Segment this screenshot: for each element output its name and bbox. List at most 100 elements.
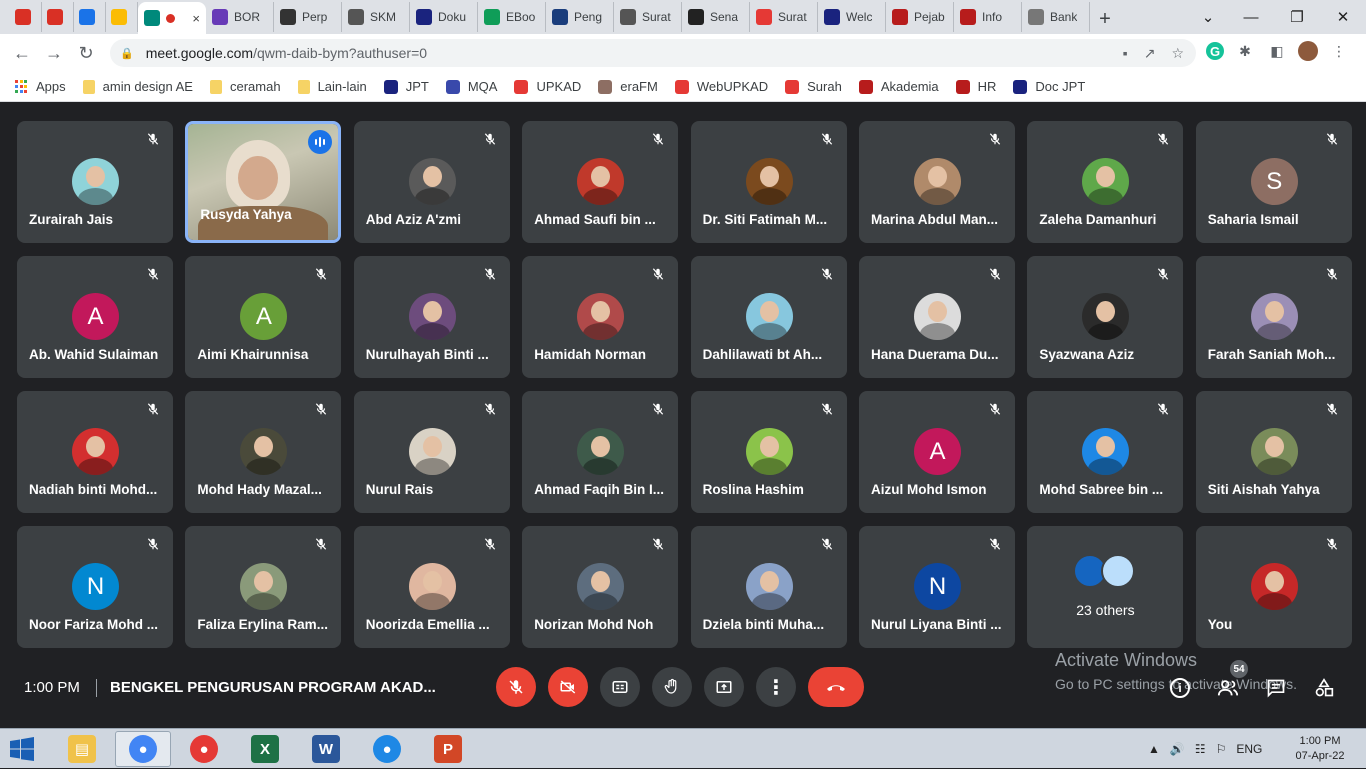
- bookmark-item[interactable]: MQA: [445, 79, 497, 94]
- participant-tile[interactable]: Noorizda Emellia ...: [353, 526, 510, 648]
- participant-tile[interactable]: Nurulhayah Binti ...: [353, 256, 510, 378]
- participant-tile[interactable]: Siti Aishah Yahya: [1195, 391, 1352, 513]
- people-button[interactable]: [1216, 676, 1240, 700]
- address-bar[interactable]: 🔒 meet.google.com/qwm-daib-bym?authuser=…: [110, 39, 1196, 67]
- participant-tile[interactable]: Zurairah Jais: [17, 121, 173, 243]
- browser-tab[interactable]: Surat: [750, 2, 818, 32]
- present-screen-button[interactable]: [704, 667, 744, 707]
- mic-toggle-button[interactable]: [496, 667, 536, 707]
- browser-tab[interactable]: Doku: [410, 2, 478, 32]
- participant-tile[interactable]: Dahlilawati bt Ah...: [690, 256, 847, 378]
- participant-tile[interactable]: Abd Aziz A'zmi: [353, 121, 510, 243]
- browser-tab[interactable]: [10, 2, 42, 32]
- browser-tab[interactable]: ×: [138, 2, 206, 34]
- browser-tab[interactable]: Sena: [682, 2, 750, 32]
- participant-tile[interactable]: Hamidah Norman: [522, 256, 679, 378]
- grammarly-icon[interactable]: G: [1206, 42, 1224, 60]
- browser-tab[interactable]: BOR: [206, 2, 274, 32]
- language-indicator[interactable]: ENG: [1236, 742, 1262, 756]
- participant-tile[interactable]: Hana Duerama Du...: [859, 256, 1015, 378]
- menu-kebab-icon[interactable]: ⋮: [1328, 40, 1350, 62]
- participant-tile[interactable]: N Nurul Liyana Binti ...: [859, 526, 1015, 648]
- participant-tile[interactable]: 23 others: [1027, 526, 1184, 648]
- more-options-button[interactable]: ⋮: [756, 667, 796, 707]
- close-window-icon[interactable]: ✕: [1320, 8, 1366, 26]
- browser-tab[interactable]: EBoo: [478, 2, 546, 32]
- participant-tile[interactable]: S Saharia Ismail: [1195, 121, 1352, 243]
- browser-tab[interactable]: Surat: [614, 2, 682, 32]
- share-icon[interactable]: ↗: [1144, 45, 1156, 62]
- extensions-puzzle-icon[interactable]: ✱: [1234, 40, 1256, 62]
- volume-icon[interactable]: 🔊: [1170, 742, 1185, 756]
- action-center-icon[interactable]: ⚐: [1216, 742, 1227, 756]
- taskbar-clock[interactable]: 1:00 PM 07-Apr-22: [1290, 734, 1350, 764]
- bookmark-item[interactable]: eraFM: [598, 79, 658, 94]
- taskbar-app[interactable]: P: [420, 731, 476, 767]
- bookmark-item[interactable]: Apps: [14, 79, 66, 94]
- raise-hand-button[interactable]: [652, 667, 692, 707]
- bookmark-item[interactable]: UPKAD: [514, 79, 581, 94]
- close-tab-icon[interactable]: ×: [192, 11, 200, 26]
- participant-tile[interactable]: A Aimi Khairunnisa: [185, 256, 342, 378]
- participant-tile[interactable]: Rusyda Yahya: [185, 121, 342, 243]
- chat-button[interactable]: [1264, 676, 1288, 700]
- network-icon[interactable]: ☷: [1195, 742, 1206, 756]
- participant-tile[interactable]: Syazwana Aziz: [1027, 256, 1184, 378]
- reload-icon[interactable]: ↻: [70, 43, 102, 64]
- profile-avatar[interactable]: [1298, 41, 1318, 61]
- start-button[interactable]: [8, 737, 36, 761]
- browser-tab[interactable]: Pejab: [886, 2, 954, 32]
- browser-tab[interactable]: Peng: [546, 2, 614, 32]
- taskbar-app[interactable]: ●: [176, 731, 232, 767]
- camera-toggle-button[interactable]: [548, 667, 588, 707]
- back-icon[interactable]: ←: [6, 43, 38, 64]
- camera-blocked-icon[interactable]: ▪: [1123, 45, 1128, 62]
- chevron-down-icon[interactable]: ⌄: [1188, 8, 1228, 26]
- bookmark-item[interactable]: amin design AE: [82, 79, 193, 94]
- browser-tab[interactable]: [74, 2, 106, 32]
- taskbar-app[interactable]: X: [237, 731, 293, 767]
- browser-tab[interactable]: Welc: [818, 2, 886, 32]
- minimize-icon[interactable]: —: [1228, 9, 1274, 26]
- taskbar-app[interactable]: ●: [359, 731, 415, 767]
- bookmark-star-icon[interactable]: ☆: [1171, 45, 1184, 62]
- bookmark-item[interactable]: Surah: [785, 79, 842, 94]
- taskbar-app[interactable]: ●: [115, 731, 171, 767]
- participant-tile[interactable]: Zaleha Damanhuri: [1027, 121, 1184, 243]
- participant-tile[interactable]: Ahmad Faqih Bin I...: [522, 391, 679, 513]
- forward-icon[interactable]: →: [38, 43, 70, 64]
- bookmark-item[interactable]: HR: [955, 79, 996, 94]
- participant-tile[interactable]: N Noor Fariza Mohd ...: [17, 526, 173, 648]
- participant-tile[interactable]: Dr. Siti Fatimah M...: [690, 121, 847, 243]
- side-panel-icon[interactable]: ◧: [1266, 40, 1288, 62]
- tray-expand-icon[interactable]: ▲: [1148, 742, 1160, 756]
- taskbar-app[interactable]: ▤: [54, 731, 110, 767]
- bookmark-item[interactable]: Lain-lain: [297, 79, 367, 94]
- bookmark-item[interactable]: Akademia: [858, 79, 939, 94]
- activities-button[interactable]: [1312, 676, 1336, 700]
- participant-tile[interactable]: Marina Abdul Man...: [859, 121, 1015, 243]
- participant-tile[interactable]: Faliza Erylina Ram...: [185, 526, 342, 648]
- participant-tile[interactable]: Nurul Rais: [353, 391, 510, 513]
- bookmark-item[interactable]: JPT: [383, 79, 429, 94]
- browser-tab[interactable]: Info: [954, 2, 1022, 32]
- browser-tab[interactable]: Perp: [274, 2, 342, 32]
- participant-tile[interactable]: You: [1195, 526, 1352, 648]
- browser-tab[interactable]: Bank: [1022, 2, 1090, 32]
- participant-tile[interactable]: Ahmad Saufi bin ...: [522, 121, 679, 243]
- captions-button[interactable]: [600, 667, 640, 707]
- leave-call-button[interactable]: [808, 667, 864, 707]
- browser-tab[interactable]: SKM: [342, 2, 410, 32]
- participant-tile[interactable]: Mohd Hady Mazal...: [185, 391, 342, 513]
- taskbar-app[interactable]: W: [298, 731, 354, 767]
- participant-tile[interactable]: Dziela binti Muha...: [690, 526, 847, 648]
- participant-tile[interactable]: Farah Saniah Moh...: [1195, 256, 1352, 378]
- browser-tab[interactable]: [106, 2, 138, 32]
- bookmark-item[interactable]: ceramah: [209, 79, 281, 94]
- browser-tab[interactable]: [42, 2, 74, 32]
- participant-tile[interactable]: A Aizul Mohd Ismon: [859, 391, 1015, 513]
- new-tab-button[interactable]: +: [1090, 4, 1120, 34]
- bookmark-item[interactable]: WebUPKAD: [674, 79, 768, 94]
- participant-tile[interactable]: Norizan Mohd Noh: [522, 526, 679, 648]
- participant-tile[interactable]: Roslina Hashim: [690, 391, 847, 513]
